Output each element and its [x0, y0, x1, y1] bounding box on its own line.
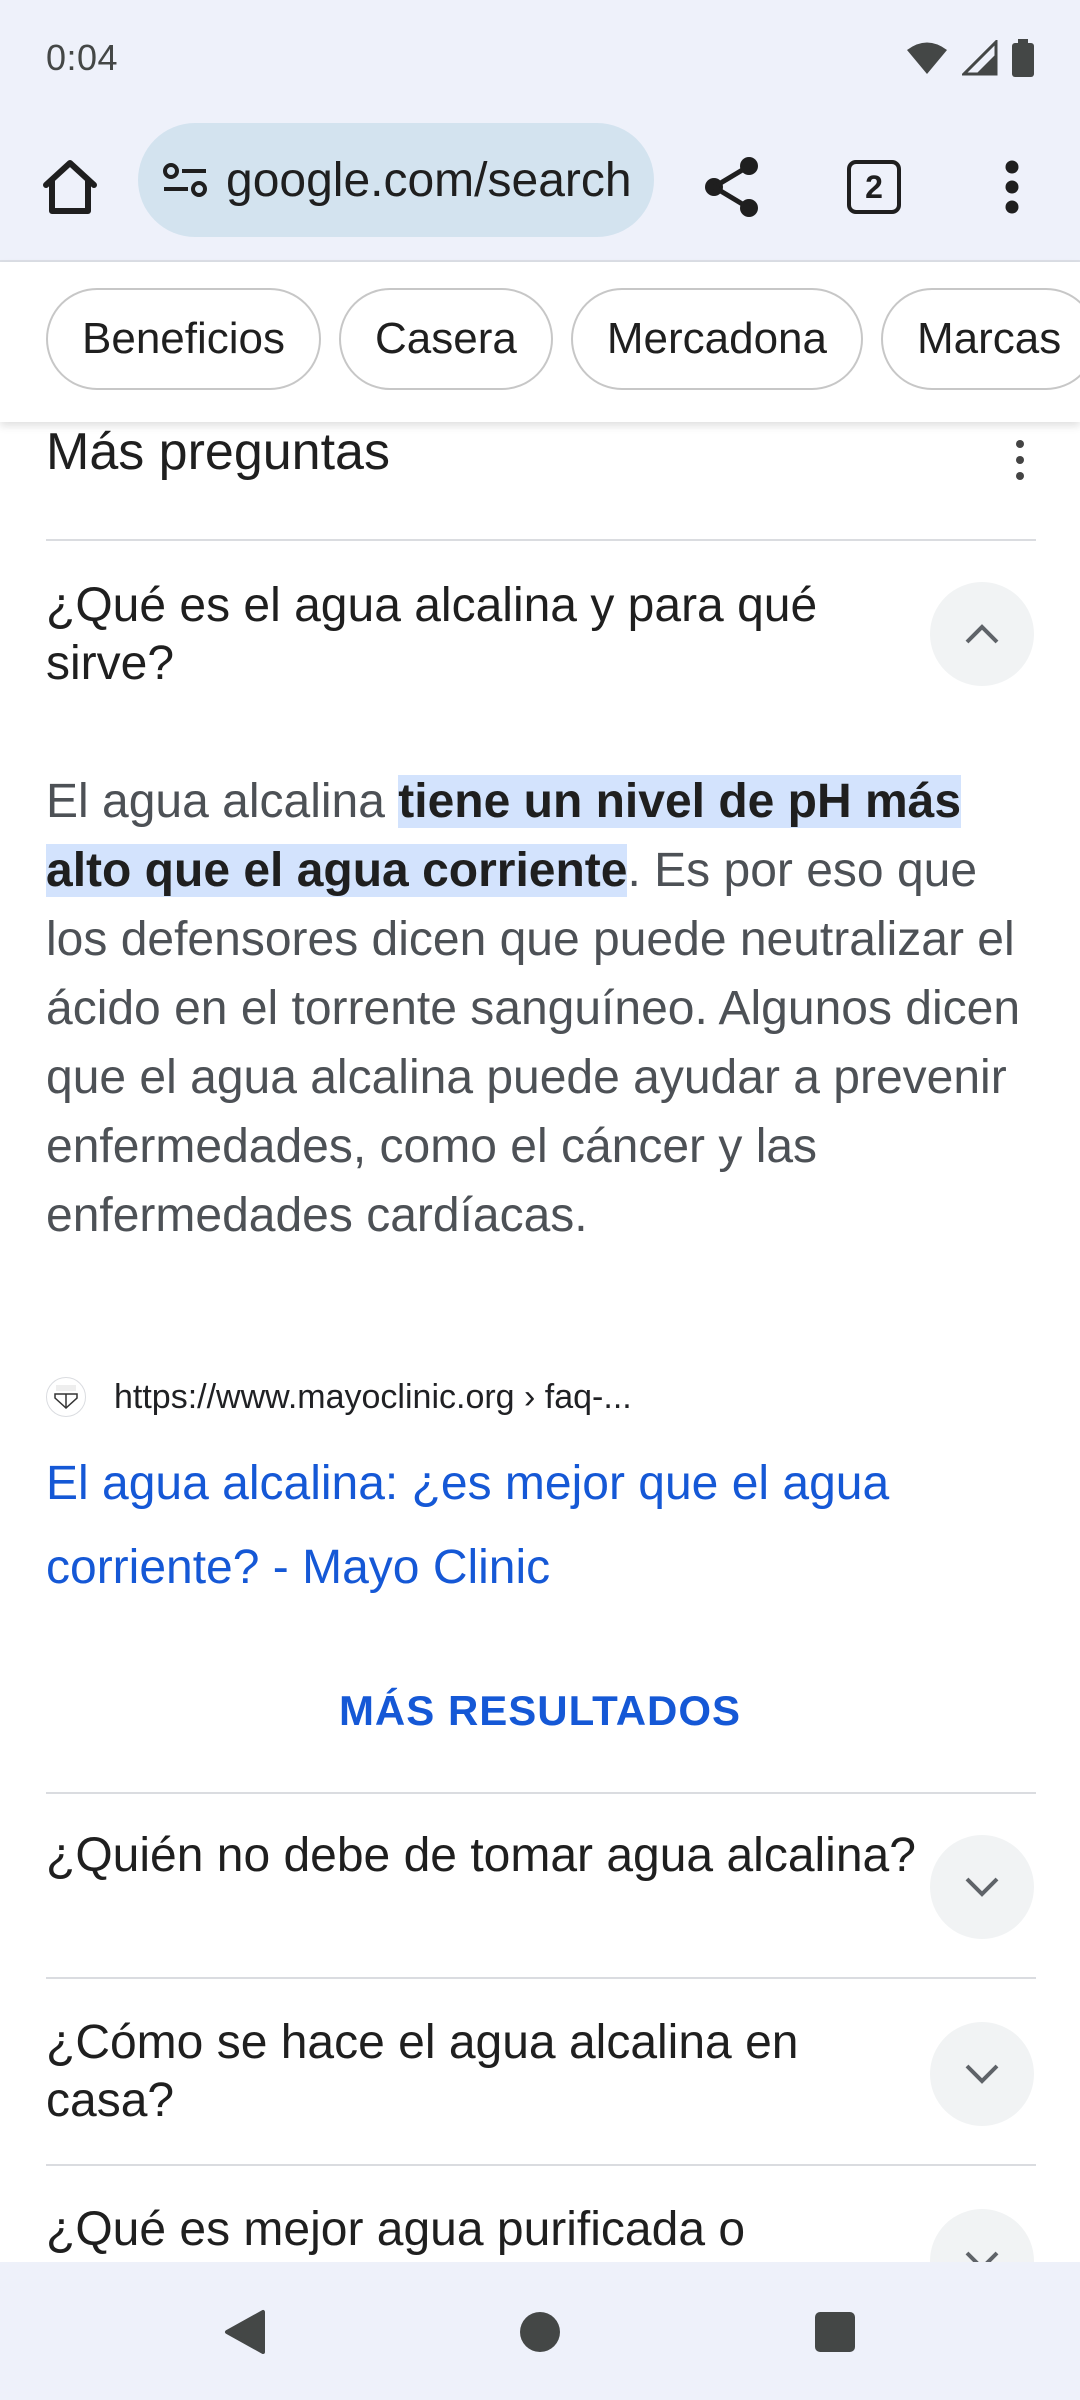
site-settings-icon: [163, 163, 207, 197]
menu-button[interactable]: [970, 145, 1054, 229]
chevron-down-icon: [965, 2251, 999, 2262]
divider: [46, 539, 1036, 541]
chip-beneficios[interactable]: Beneficios: [46, 288, 322, 390]
cell-signal-icon: [962, 39, 998, 75]
back-triangle-icon: [225, 2310, 265, 2354]
chip-mercadona[interactable]: Mercadona: [570, 288, 863, 390]
question-item[interactable]: ¿Cómo se hace el agua alcalina en casa?: [46, 2014, 916, 2130]
screen: 0:04 google.com/search 2 Beneficios Case…: [0, 0, 1080, 2400]
chip-marcas[interactable]: Marcas: [881, 288, 1080, 390]
more-vert-icon: [1005, 160, 1019, 214]
chip-casera[interactable]: Casera: [339, 288, 553, 390]
recents-square-icon: [815, 2312, 855, 2352]
battery-icon: [1012, 38, 1034, 77]
mayo-clinic-logo-icon: [46, 1377, 86, 1417]
status-time: 0:04: [46, 36, 119, 78]
answer-text-start: El agua alcalina: [46, 775, 399, 828]
back-button[interactable]: [205, 2292, 285, 2372]
tab-count: 2: [847, 160, 901, 214]
answer-text-rest: . Es por eso que los defensores dicen qu…: [46, 844, 1021, 1242]
tab-switcher-button[interactable]: 2: [832, 145, 916, 229]
home-icon: [43, 160, 97, 214]
search-chips-bar: Beneficios Casera Mercadona Marcas: [0, 262, 1080, 422]
question-expanded[interactable]: ¿Qué es el agua alcalina y para qué sirv…: [46, 577, 916, 693]
home-nav-button[interactable]: [500, 2292, 580, 2372]
divider: [46, 1977, 1036, 1979]
address-bar[interactable]: google.com/search: [138, 123, 654, 237]
browser-toolbar: google.com/search 2: [0, 115, 1080, 262]
more-results-button[interactable]: MÁS RESULTADOS: [0, 1687, 1080, 1735]
expand-button[interactable]: [930, 2022, 1034, 2126]
chevron-down-icon: [965, 2064, 999, 2084]
status-icons: [906, 38, 1034, 77]
share-icon: [705, 157, 758, 217]
url-text: google.com/search: [226, 153, 632, 207]
source-title-link[interactable]: El agua alcalina: ¿es mejor que el agua …: [46, 1442, 1046, 1610]
chevron-down-icon: [965, 1877, 999, 1897]
section-menu-icon[interactable]: [1000, 430, 1040, 490]
divider: [46, 1792, 1036, 1794]
results-content: Más preguntas ¿Qué es el agua alcalina y…: [0, 422, 1080, 2262]
expand-button[interactable]: [930, 1835, 1034, 1939]
collapse-button[interactable]: [930, 582, 1034, 686]
question-item[interactable]: ¿Quién no debe de tomar agua alcalina?: [46, 1827, 916, 1885]
answer-text: El agua alcalina tiene un nivel de pH má…: [46, 767, 1046, 1250]
wifi-icon: [907, 42, 947, 74]
source-row[interactable]: https://www.mayoclinic.org › faq-...: [46, 1377, 632, 1417]
chips-row: Beneficios Casera Mercadona Marcas: [46, 288, 1080, 390]
section-title: Más preguntas: [46, 423, 390, 481]
expand-button[interactable]: [930, 2209, 1034, 2262]
question-item[interactable]: ¿Qué es mejor agua purificada o: [46, 2201, 916, 2259]
recents-button[interactable]: [795, 2292, 875, 2372]
chevron-up-icon: [965, 624, 999, 644]
home-button[interactable]: [28, 145, 112, 229]
share-button[interactable]: [690, 145, 774, 229]
source-url: https://www.mayoclinic.org › faq-...: [114, 1377, 632, 1416]
divider: [46, 2164, 1036, 2166]
status-bar: 0:04: [0, 0, 1080, 115]
system-nav-bar: [0, 2262, 1080, 2400]
home-circle-icon: [520, 2312, 560, 2352]
